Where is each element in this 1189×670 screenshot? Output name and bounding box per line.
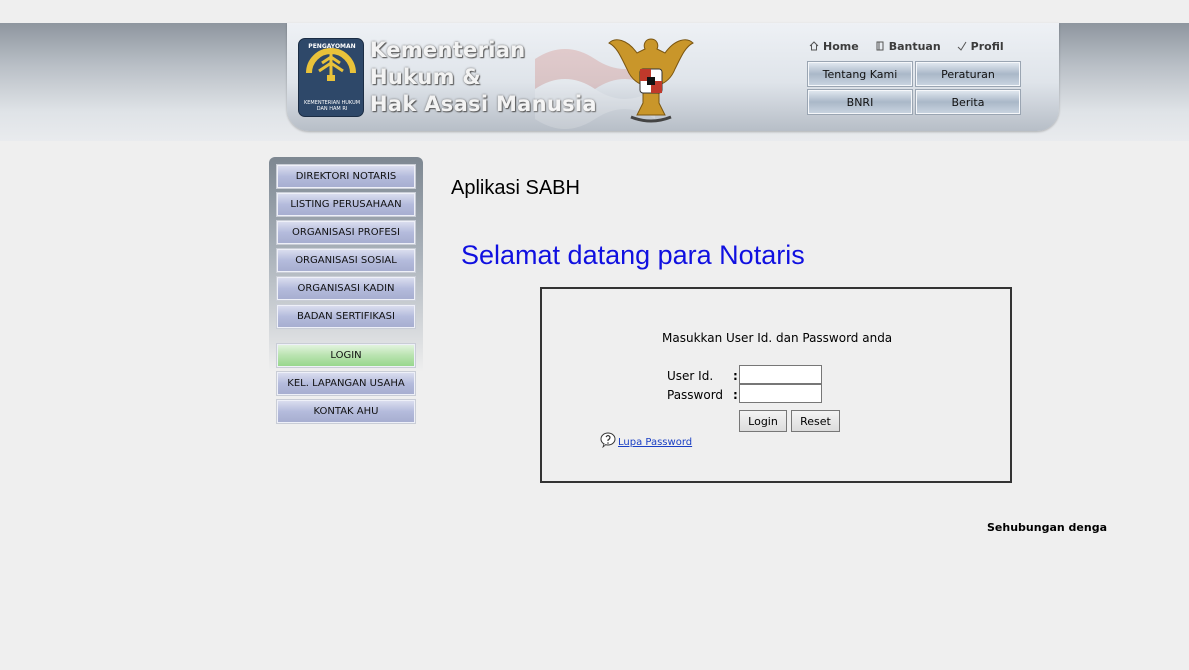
top-links: Home Bantuan Profil <box>809 39 1004 53</box>
help-bubble-icon <box>600 432 616 448</box>
garuda-pancasila-icon <box>608 38 694 123</box>
bantuan-link-label: Bantuan <box>888 39 941 53</box>
sidebar-item-listing-perusahaan[interactable]: LISTING PERUSAHAAN <box>276 192 416 217</box>
help-book-icon <box>876 41 884 51</box>
user-id-label: User Id. <box>667 369 714 383</box>
nav-peraturan-button[interactable]: Peraturan <box>915 61 1021 87</box>
sidebar-item-login[interactable]: LOGIN <box>276 343 416 368</box>
sidebar-item-organisasi-kadin[interactable]: ORGANISASI KADIN <box>276 276 416 301</box>
reset-button[interactable]: Reset <box>791 410 840 432</box>
login-instruction: Masukkan User Id. dan Password anda <box>662 331 893 345</box>
login-button[interactable]: Login <box>739 410 787 432</box>
logo-caption-bottom: KEMENTERIAN HUKUM DAN HAM RI <box>303 100 361 112</box>
header-nav: Tentang Kami Peraturan BNRI Berita <box>807 61 1021 115</box>
header-panel: PENGAYOMAN KEMENTERIAN HUKUM DAN HAM RI … <box>287 23 1059 131</box>
sidebar-item-organisasi-sosial[interactable]: ORGANISASI SOSIAL <box>276 248 416 273</box>
sidebar-item-badan-sertifikasi[interactable]: BADAN SERTIFIKASI <box>276 304 416 329</box>
home-icon <box>809 41 819 51</box>
nav-berita-button[interactable]: Berita <box>915 89 1021 115</box>
nav-bnri-button[interactable]: BNRI <box>807 89 913 115</box>
nav-tentang-kami-button[interactable]: Tentang Kami <box>807 61 913 87</box>
page-title: Aplikasi SABH <box>451 177 580 199</box>
user-id-input[interactable] <box>739 365 822 384</box>
home-link[interactable]: Home <box>809 39 859 53</box>
sidebar-item-kontak-ahu[interactable]: KONTAK AHU <box>276 399 416 424</box>
user-id-colon: : <box>733 369 738 383</box>
login-form: Masukkan User Id. dan Password anda User… <box>540 287 1012 483</box>
profil-link[interactable]: Profil <box>957 39 1004 53</box>
news-marquee: Sehubungan dengan a <box>987 521 1107 534</box>
check-icon <box>957 41 967 51</box>
bantuan-link[interactable]: Bantuan <box>875 39 941 53</box>
welcome-heading: Selamat datang para Notaris <box>461 240 805 270</box>
forgot-password-link[interactable]: Lupa Password <box>600 432 692 448</box>
logo-caption-top: PENGAYOMAN <box>308 43 356 50</box>
password-label: Password <box>667 388 724 402</box>
forgot-password-label: Lupa Password <box>618 437 693 448</box>
ministry-logo[interactable]: PENGAYOMAN KEMENTERIAN HUKUM DAN HAM RI <box>298 38 364 117</box>
home-link-label: Home <box>823 39 859 53</box>
password-colon: : <box>733 388 738 402</box>
sidebar-item-direktori-notaris[interactable]: DIREKTORI NOTARIS <box>276 164 416 189</box>
sidebar-item-organisasi-profesi[interactable]: ORGANISASI PROFESI <box>276 220 416 245</box>
sidebar-item-kel-lapangan-usaha[interactable]: KEL. LAPANGAN USAHA <box>276 371 416 396</box>
password-input[interactable] <box>739 384 822 403</box>
profil-link-label: Profil <box>970 39 1004 53</box>
